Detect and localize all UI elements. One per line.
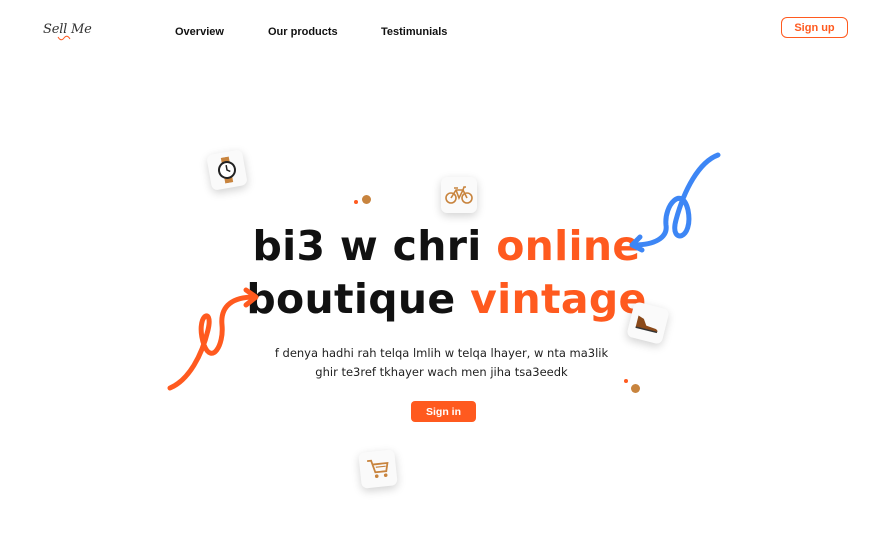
watch-icon: [218, 156, 236, 184]
watch-card: [206, 149, 248, 191]
hero-title-line-2-accent: vintage: [470, 275, 647, 323]
decor-dot: [362, 195, 371, 204]
bicycle-icon: [445, 186, 473, 204]
blue-loop-arrow-icon: [629, 152, 721, 253]
hero-title-line-2: boutique vintage: [0, 273, 893, 326]
orange-loop-arrow-icon: [167, 287, 259, 391]
hero-title-line-1: bi3 w chri online: [0, 220, 893, 273]
shoe-icon: [635, 315, 658, 334]
nav-item-testimonials[interactable]: Testimunials: [381, 26, 447, 38]
hero-title-line-2-main: boutique: [246, 275, 456, 323]
logo-swirl-icon: [57, 35, 71, 41]
shopping-cart-card: [358, 449, 398, 489]
nav-item-overview[interactable]: Overview: [175, 26, 224, 38]
hero-subtitle-line-1: f denya hadhi rah telqa lmlih w telqa lh…: [274, 346, 609, 360]
hero-title: bi3 w chri online boutique vintage: [0, 220, 893, 326]
nav-item-our-products[interactable]: Our products: [268, 26, 338, 38]
sign-up-button[interactable]: Sign up: [781, 17, 848, 38]
decor-dot: [631, 384, 640, 393]
hero-subtitle-line-2: ghir te3ref tkhayer wach men jiha tsa3ee…: [315, 365, 568, 379]
hero-title-line-1-accent: online: [496, 222, 641, 270]
hero-title-line-1-main: bi3 w chri: [252, 222, 482, 270]
hero-subtitle: f denya hadhi rah telqa lmlih w telqa lh…: [0, 344, 883, 382]
shopping-cart-icon: [367, 459, 389, 478]
decor-dot: [354, 200, 358, 204]
sign-in-button[interactable]: Sign in: [411, 401, 476, 422]
shoe-card: [626, 301, 670, 345]
decor-dot: [624, 379, 628, 383]
bicycle-card: [441, 177, 477, 213]
